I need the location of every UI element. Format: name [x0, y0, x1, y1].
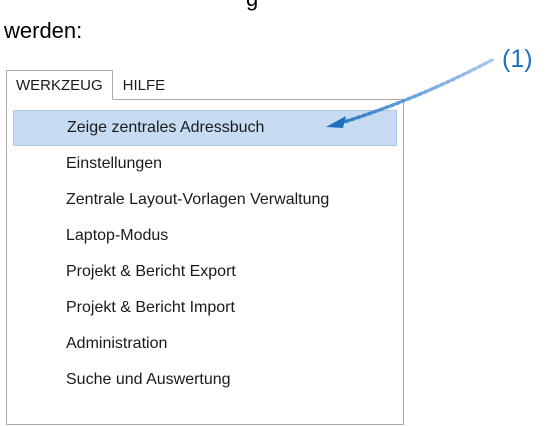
menu-werkzeug-label: WERKZEUG	[16, 76, 103, 94]
menu-item-label: Projekt & Bericht Export	[66, 263, 236, 280]
menu-hilfe[interactable]: HILFE	[113, 70, 176, 100]
menu-item-suche-und-auswertung[interactable]: Suche und Auswertung	[13, 362, 397, 398]
document-text-line: werden:	[4, 18, 83, 43]
menu-item-label: Projekt & Bericht Import	[66, 299, 235, 316]
menu-item-administration[interactable]: Administration	[13, 326, 397, 362]
menu-item-projekt-bericht-export[interactable]: Projekt & Bericht Export	[13, 254, 397, 290]
menu-item-label: Laptop-Modus	[66, 227, 169, 244]
menu-item-label: Suche und Auswertung	[66, 371, 231, 388]
menu-bar: WERKZEUG HILFE	[6, 70, 175, 100]
callout-marker-1: (1)	[502, 45, 533, 73]
menu-item-label: Zentrale Layout-Vorlagen Verwaltung	[66, 191, 330, 208]
menu-item-einstellungen[interactable]: Einstellungen	[13, 146, 397, 182]
werkzeug-dropdown-menu: Zeige zentrales Adressbuch Einstellungen…	[6, 99, 404, 425]
menu-item-label: Administration	[66, 335, 168, 352]
menu-item-label: Einstellungen	[66, 155, 163, 172]
menu-item-label: Zeige zentrales Adressbuch	[67, 119, 265, 136]
menu-item-layout-vorlagen-verwaltung[interactable]: Zentrale Layout-Vorlagen Verwaltung	[13, 182, 397, 218]
screenshot-stage: g werden: (1) WERKZEUG HILFE Zeige zentr…	[0, 0, 560, 426]
menu-hilfe-label: HILFE	[122, 76, 166, 94]
menu-item-laptop-modus[interactable]: Laptop-Modus	[13, 218, 397, 254]
menu-item-projekt-bericht-import[interactable]: Projekt & Bericht Import	[13, 290, 397, 326]
menu-item-zentrales-adressbuch[interactable]: Zeige zentrales Adressbuch	[13, 110, 397, 146]
menu-werkzeug[interactable]: WERKZEUG	[6, 70, 113, 100]
document-text-fragment: g	[246, 0, 258, 12]
